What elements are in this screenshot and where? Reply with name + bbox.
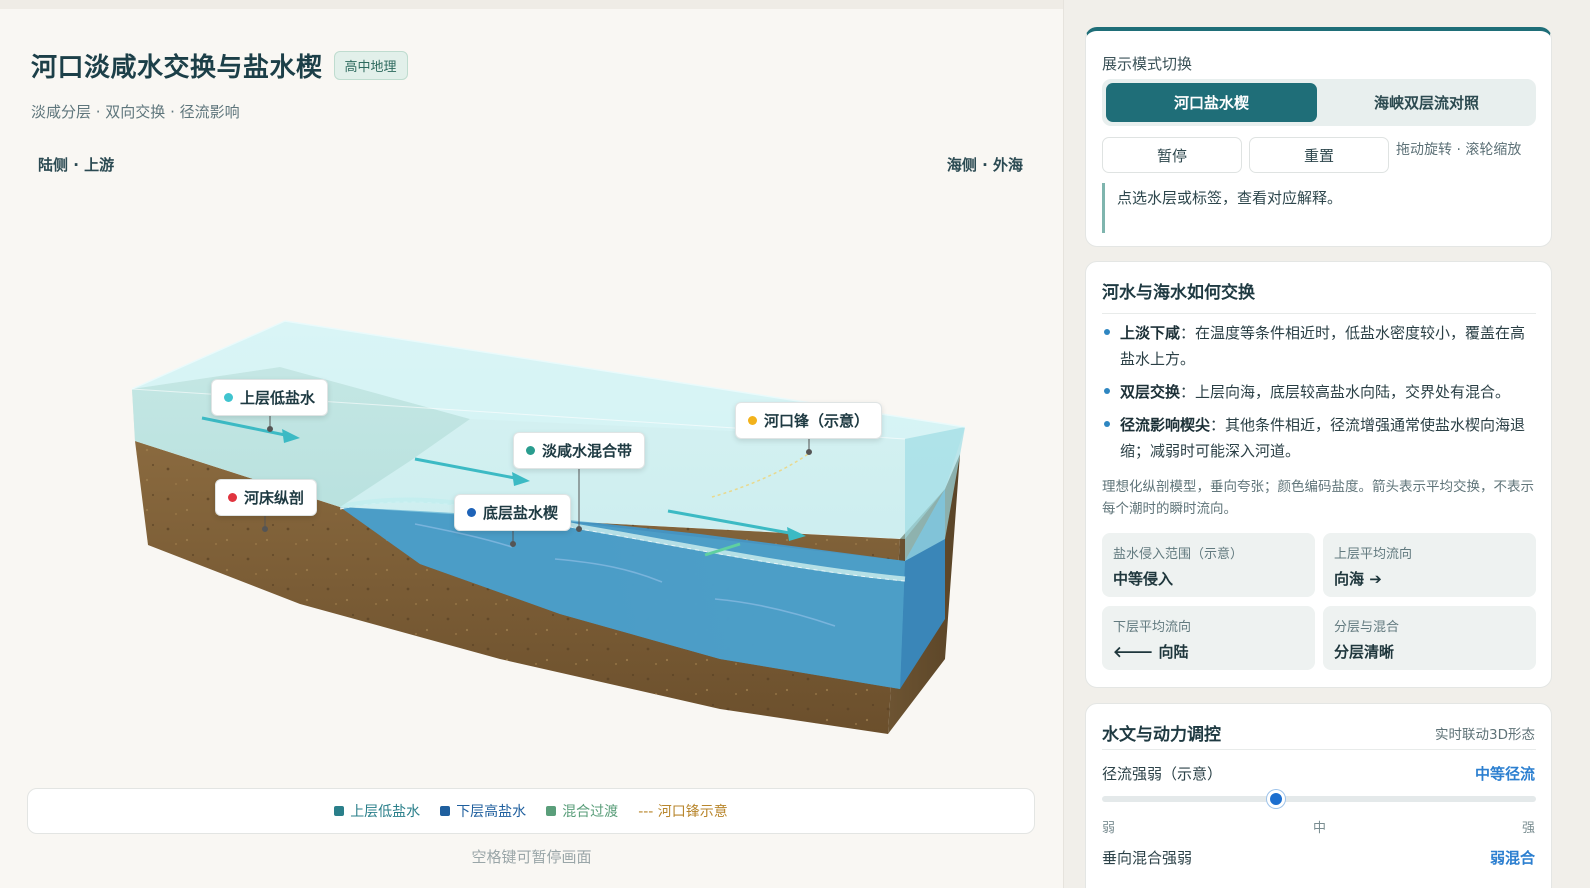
runoff-value: 中等径流 xyxy=(1474,765,1535,783)
stat-intrusion: 盐水侵入范围（示意） 中等侵入 xyxy=(1102,533,1315,597)
mode-card: 展示模式切换 河口盐水楔 海峡双层流对照 暂停 重置 拖动旋转 · 滚轮缩放 点… xyxy=(1085,27,1552,247)
tag-front-label: 河口锋（示意） xyxy=(764,412,870,430)
tag-mixing-zone[interactable]: 淡咸水混合带 xyxy=(513,432,646,469)
legend-swatch-icon xyxy=(546,806,557,816)
mixing-value: 弱混合 xyxy=(1489,849,1535,867)
drag-hint: 拖动旋转 · 滚轮缩放 xyxy=(1396,142,1522,158)
mix-dot-icon xyxy=(526,446,535,455)
legend-item-mix: 混合过渡 xyxy=(546,801,618,821)
mode-switch: 河口盐水楔 海峡双层流对照 xyxy=(1102,79,1536,126)
exchange-title: 河水与海水如何交换 xyxy=(1102,278,1536,314)
exchange-bullets: 上淡下咸：在温度等条件相近时，低盐水密度较小，覆盖在高盐水上方。 双层交换：上层… xyxy=(1102,320,1536,471)
mode-strait-flow-button[interactable]: 海峡双层流对照 xyxy=(1321,83,1532,122)
runoff-label: 径流强弱（示意） xyxy=(1102,765,1223,783)
tag-bed-label: 河床纵剖 xyxy=(244,489,305,507)
scene-panel: 河口淡咸水交换与盐水楔 高中地理 淡咸分层 · 双向交换 · 径流影响 陆侧 ·… xyxy=(0,0,1063,888)
list-item: 上淡下咸：在温度等条件相近时，低盐水密度较小，覆盖在高盐水上方。 xyxy=(1102,320,1536,372)
tag-upper-low-salinity[interactable]: 上层低盐水 xyxy=(211,379,329,416)
legend-item-lower: 下层高盐水 xyxy=(440,801,526,821)
wedge-dot-icon xyxy=(467,508,476,517)
legend-swatch-icon xyxy=(440,806,451,816)
keyboard-hint: 空格键可暂停画面 xyxy=(471,848,592,866)
mode-salt-wedge-button[interactable]: 河口盐水楔 xyxy=(1106,83,1317,122)
list-item: 径流影响楔尖：其他条件相近，径流增强通常使盐水楔向海退缩；减弱时可能深入河道。 xyxy=(1102,412,1536,464)
mixing-label: 垂向混合强弱 xyxy=(1102,849,1193,867)
tag-bottom-label: 底层盐水楔 xyxy=(483,504,559,522)
legend-label: 混合过渡 xyxy=(562,804,619,820)
exchange-card: 河水与海水如何交换 上淡下咸：在温度等条件相近时，低盐水密度较小，覆盖在高盐水上… xyxy=(1085,261,1552,688)
stat-lower-flow: 下层平均流向 🡐 向陆 xyxy=(1102,606,1315,670)
runoff-slider-thumb[interactable] xyxy=(1266,790,1285,808)
sea-side-label: 海侧 · 外海 xyxy=(946,156,1023,174)
legend-item-front: --- 河口锋示意 xyxy=(638,801,728,821)
legend-label: 下层高盐水 xyxy=(456,804,527,820)
legend-item-upper: 上层低盐水 xyxy=(334,801,420,821)
estuary-3d-canvas[interactable]: 上层低盐水 淡咸水混合带 河口锋（示意） 河床纵剖 底层盐水楔 xyxy=(0,189,1063,779)
control-panel: 展示模式切换 河口盐水楔 海峡双层流对照 暂停 重置 拖动旋转 · 滚轮缩放 点… xyxy=(1063,0,1590,888)
tag-upper-label: 上层低盐水 xyxy=(240,389,316,407)
mode-title: 展示模式切换 xyxy=(1102,55,1193,73)
pause-button[interactable]: 暂停 xyxy=(1102,137,1242,173)
tick-weak: 弱 xyxy=(1102,821,1116,836)
legend-label: --- 河口锋示意 xyxy=(638,804,728,820)
estuary-model[interactable] xyxy=(0,189,1063,779)
title-row: 河口淡咸水交换与盐水楔 高中地理 xyxy=(31,47,408,84)
tag-mix-label: 淡咸水混合带 xyxy=(542,442,633,460)
divider xyxy=(1102,749,1536,750)
stat-upper-flow: 上层平均流向 向海 ➔ xyxy=(1323,533,1536,597)
tuning-title: 水文与动力调控 xyxy=(1102,725,1221,745)
tick-strong: 强 xyxy=(1521,821,1535,836)
front-dot-icon xyxy=(748,416,757,425)
bed-dot-icon xyxy=(228,493,237,502)
page-title: 河口淡咸水交换与盐水楔 xyxy=(31,53,323,83)
reset-button[interactable]: 重置 xyxy=(1249,137,1389,173)
list-item: 双层交换：上层向海，底层较高盐水向陆，交界处有混合。 xyxy=(1102,379,1536,405)
model-note: 理想化纵剖模型，垂向夸张；颜色编码盐度。箭头表示平均交换，不表示每个潮时的瞬时流… xyxy=(1102,479,1534,517)
tag-salt-wedge[interactable]: 底层盐水楔 xyxy=(454,494,572,531)
page-subtitle: 淡咸分层 · 双向交换 · 径流影响 xyxy=(31,103,240,121)
tag-riverbed-profile[interactable]: 河床纵剖 xyxy=(215,479,318,516)
legend-label: 上层低盐水 xyxy=(350,804,421,820)
tick-mid: 中 xyxy=(1313,821,1327,836)
runoff-slider[interactable] xyxy=(1102,790,1536,808)
upper-dot-icon xyxy=(224,393,233,402)
land-side-label: 陆侧 · 上游 xyxy=(38,156,115,174)
legend-swatch-icon xyxy=(334,806,345,816)
subject-badge: 高中地理 xyxy=(333,51,408,80)
tuning-subtitle: 实时联动3D形态 xyxy=(1435,727,1535,743)
stat-stratification: 分层与混合 分层清晰 xyxy=(1323,606,1536,670)
tuning-card: 水文与动力调控 实时联动3D形态 径流强弱（示意） 中等径流 弱 中 强 垂向混… xyxy=(1085,703,1552,888)
info-box: 点选水层或标签，查看对应解释。 xyxy=(1102,183,1536,233)
tag-estuary-front[interactable]: 河口锋（示意） xyxy=(735,402,883,439)
color-legend: 上层低盐水 下层高盐水 混合过渡 --- 河口锋示意 xyxy=(27,788,1035,834)
